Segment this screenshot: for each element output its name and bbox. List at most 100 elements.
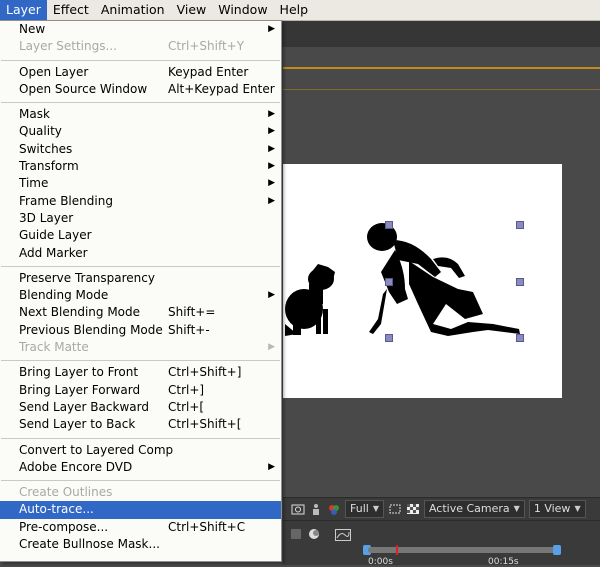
menu-separator — [1, 480, 280, 482]
transform-handle[interactable] — [385, 278, 393, 286]
chevron-right-icon: ▶ — [268, 161, 275, 172]
menubar-item-help[interactable]: Help — [274, 0, 315, 20]
menu-item-label: Frame Blending — [19, 193, 113, 208]
menu-item-previous-blending-mode[interactable]: Previous Blending Mode Shift+- — [0, 322, 281, 339]
menu-item-label: Create Bullnose Mask... — [19, 537, 160, 552]
view-layout-value: 1 View — [533, 502, 571, 515]
menu-item-frame-blending[interactable]: Frame Blending ▶ — [0, 193, 281, 210]
menu-item-create-bullnose-mask[interactable]: Create Bullnose Mask... — [0, 536, 281, 553]
transform-handle[interactable] — [385, 334, 393, 342]
menu-item-add-marker[interactable]: Add Marker — [0, 245, 281, 262]
timeline-mid-label: 00:15s — [488, 557, 519, 567]
menubar-item-view[interactable]: View — [171, 0, 213, 20]
menu-item-next-blending-mode[interactable]: Next Blending Mode Shift+= — [0, 304, 281, 321]
graph-editor-icon[interactable] — [335, 529, 351, 543]
menu-item-bring-layer-forward[interactable]: Bring Layer Forward Ctrl+] — [0, 382, 281, 399]
menu-separator — [1, 102, 280, 104]
transform-handle[interactable] — [385, 221, 393, 229]
menubar-item-label: Layer — [6, 2, 41, 17]
menu-item-shortcut: Shift+- — [168, 322, 210, 337]
chevron-down-icon: ▼ — [513, 504, 520, 513]
menu-separator — [1, 265, 280, 267]
current-time-indicator[interactable] — [396, 545, 398, 555]
menu-item-new[interactable]: New ▶ — [0, 21, 281, 38]
menu-item-label: 3D Layer — [19, 210, 74, 225]
snapshot-icon[interactable] — [291, 502, 305, 516]
menubar-item-effect[interactable]: Effect — [47, 0, 95, 20]
menu-item-pre-compose[interactable]: Pre-compose... Ctrl+Shift+C — [0, 519, 281, 536]
panel-accent-line-secondary — [283, 89, 600, 90]
show-snapshot-icon[interactable] — [309, 502, 323, 516]
menu-item-label: Send Layer to Back — [19, 417, 136, 432]
menu-item-send-layer-to-back[interactable]: Send Layer to Back Ctrl+Shift+[ — [0, 416, 281, 433]
menu-item-label: Open Layer — [19, 64, 89, 79]
menu-item-shortcut: Keypad Enter — [168, 64, 249, 79]
timeline-start-label: 0:00s — [368, 557, 393, 567]
resolution-dropdown[interactable]: Full ▼ — [345, 500, 384, 518]
transparency-grid-icon[interactable] — [406, 502, 420, 516]
menu-item-shortcut: Alt+Keypad Enter — [168, 81, 275, 96]
menu-separator — [1, 360, 280, 362]
menu-item-blending-mode[interactable]: Blending Mode ▶ — [0, 287, 281, 304]
camera-dropdown[interactable]: Active Camera ▼ — [423, 500, 525, 518]
menu-item-3d-layer[interactable]: 3D Layer — [0, 210, 281, 227]
menu-item-bring-layer-to-front[interactable]: Bring Layer to Front Ctrl+Shift+] — [0, 364, 281, 381]
menubar-item-label: Animation — [100, 2, 165, 17]
menu-item-shortcut: Ctrl+Shift+] — [168, 365, 242, 380]
chevron-right-icon: ▶ — [268, 109, 275, 120]
menu-item-shortcut: Ctrl+Shift+Y — [168, 39, 245, 54]
menu-item-label: Mask — [19, 107, 50, 122]
menu-item-quality[interactable]: Quality ▶ — [0, 123, 281, 140]
menu-item-open-source-window[interactable]: Open Source Window Alt+Keypad Enter — [0, 81, 281, 98]
menu-item-label: Blending Mode — [19, 288, 109, 303]
chevron-right-icon: ▶ — [268, 461, 275, 472]
menu-item-switches[interactable]: Switches ▶ — [0, 141, 281, 158]
viewer-toolbar: Full ▼ Active Camera ▼ 1 View ▼ — [283, 497, 600, 520]
motion-blur-icon[interactable] — [307, 527, 321, 541]
menu-separator — [1, 437, 280, 439]
menu-item-layer-settings: Layer Settings... Ctrl+Shift+Y — [0, 38, 281, 55]
menu-item-mask[interactable]: Mask ▶ — [0, 106, 281, 123]
menu-item-shortcut: Ctrl+Shift+C — [168, 519, 246, 534]
menu-item-open-layer[interactable]: Open Layer Keypad Enter — [0, 64, 281, 81]
menubar-item-label: View — [176, 2, 207, 17]
menu-item-adobe-encore-dvd[interactable]: Adobe Encore DVD ▶ — [0, 459, 281, 476]
layer-menu-dropdown: New ▶ Layer Settings... Ctrl+Shift+Y Open La… — [0, 20, 282, 562]
chevron-right-icon: ▶ — [268, 126, 275, 137]
menu-item-send-layer-backward[interactable]: Send Layer Backward Ctrl+[ — [0, 399, 281, 416]
menu-item-guide-layer[interactable]: Guide Layer — [0, 227, 281, 244]
menu-item-shortcut: Ctrl+[ — [168, 399, 205, 414]
menu-item-shortcut: Ctrl+Shift+[ — [168, 417, 242, 432]
menu-item-label: Guide Layer — [19, 228, 92, 243]
menu-item-label: Quality — [19, 124, 62, 139]
menu-item-convert-to-layered-comp[interactable]: Convert to Layered Comp — [0, 442, 281, 459]
menubar-item-window[interactable]: Window — [212, 0, 273, 20]
chevron-down-icon: ▼ — [574, 504, 581, 513]
chevron-right-icon: ▶ — [268, 178, 275, 189]
menu-item-track-matte: Track Matte ▶ — [0, 339, 281, 356]
channels-icon[interactable] — [327, 502, 341, 516]
transform-handle[interactable] — [516, 334, 524, 342]
panel-accent-line — [283, 67, 600, 69]
menu-item-label: Previous Blending Mode — [19, 322, 163, 337]
view-layout-dropdown[interactable]: 1 View ▼ — [528, 500, 586, 518]
transform-handle[interactable] — [516, 221, 524, 229]
chevron-right-icon: ▶ — [268, 290, 275, 301]
menu-separator — [1, 59, 280, 61]
menu-item-label: Layer Settings... — [19, 39, 117, 54]
composition-canvas[interactable] — [283, 164, 562, 398]
menu-item-label: Time — [19, 176, 49, 191]
region-of-interest-icon[interactable] — [388, 502, 402, 516]
transform-handle[interactable] — [516, 278, 524, 286]
menubar-item-layer[interactable]: Layer — [0, 0, 47, 20]
layer-switch-icon[interactable] — [289, 527, 303, 541]
menu-item-preserve-transparency[interactable]: Preserve Transparency — [0, 270, 281, 287]
menubar-item-animation[interactable]: Animation — [95, 0, 171, 20]
work-area-end-handle[interactable] — [553, 545, 561, 555]
menu-item-label: Track Matte — [19, 340, 89, 355]
menubar-item-label: Window — [218, 2, 268, 17]
menu-item-auto-trace[interactable]: Auto-trace... — [0, 501, 281, 519]
menu-item-label: Preserve Transparency — [19, 270, 155, 285]
menu-item-time[interactable]: Time ▶ — [0, 175, 281, 192]
menu-item-transform[interactable]: Transform ▶ — [0, 158, 281, 175]
